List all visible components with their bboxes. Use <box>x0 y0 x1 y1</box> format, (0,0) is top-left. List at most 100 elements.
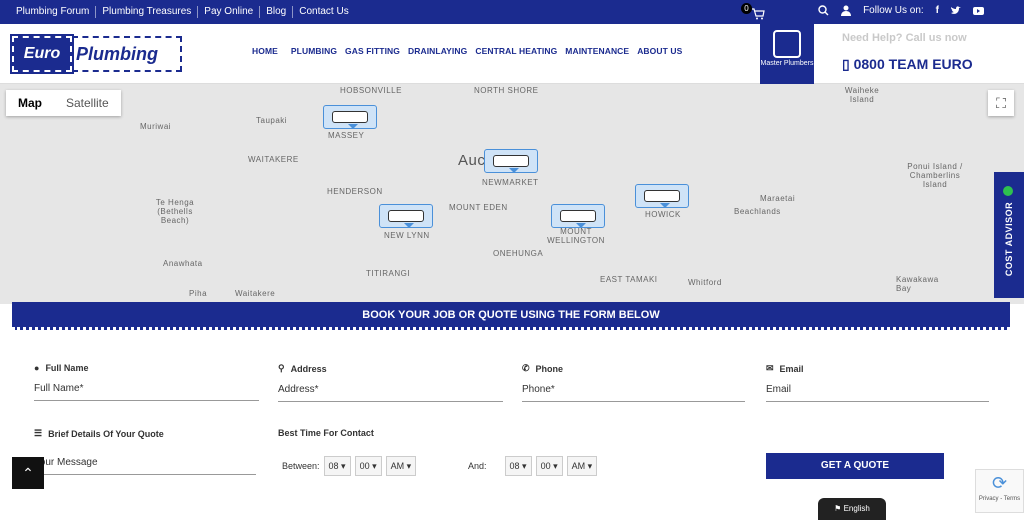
and-minute-value: 00 <box>540 461 551 471</box>
nav-gas-fitting[interactable]: GAS FITTING <box>345 46 400 56</box>
list-icon: ☰ <box>34 428 43 438</box>
address-label: ⚲ Address <box>278 363 503 374</box>
address-input[interactable]: Address* <box>278 384 503 402</box>
facebook-icon[interactable]: f <box>936 5 939 16</box>
van-icon <box>560 210 596 222</box>
cart-icon <box>752 8 765 20</box>
search-icon[interactable] <box>818 5 829 16</box>
euro-plumbing-logo[interactable]: Euro Plumbing <box>10 34 182 74</box>
phone-label-text: Phone <box>535 363 564 374</box>
phone-number[interactable]: ▯ 0800 TEAM EURO <box>842 56 973 73</box>
link-contact-us[interactable]: Contact Us <box>293 6 354 18</box>
top-bar: Plumbing Forum Plumbing Treasures Pay On… <box>0 0 1024 24</box>
chevron-up-icon: ⌃ <box>22 465 34 481</box>
youtube-icon[interactable] <box>973 6 984 15</box>
link-plumbing-treasures[interactable]: Plumbing Treasures <box>96 6 199 18</box>
main-nav: HOME PLUMBING GAS FITTING DRAINLAYING CE… <box>252 46 690 56</box>
twitter-icon[interactable] <box>951 6 961 15</box>
phone-field: ✆ Phone Phone* <box>522 363 745 402</box>
nav-central-heating[interactable]: CENTRAL HEATING <box>475 46 557 56</box>
map-place: WAITAKERE <box>248 155 299 164</box>
van-icon <box>644 190 680 202</box>
link-plumbing-forum[interactable]: Plumbing Forum <box>10 6 97 18</box>
best-time-label: Best Time For Contact <box>278 428 374 438</box>
phone-input[interactable]: Phone* <box>522 384 745 402</box>
and-hour-select[interactable]: 08 ▾ <box>504 456 532 476</box>
cost-advisor-tab[interactable]: COST ADVISOR <box>994 172 1024 298</box>
map-place: Beachlands <box>734 207 781 216</box>
phone-icon: ✆ <box>522 363 530 373</box>
map-place: TITIRANGI <box>366 269 411 278</box>
van-marker[interactable] <box>551 204 605 228</box>
map-place: Piha <box>189 289 208 298</box>
address-label-text: Address <box>290 363 327 374</box>
satellite-view-button[interactable]: Satellite <box>54 90 121 116</box>
cart-button[interactable]: 0 <box>741 3 765 21</box>
get-a-quote-button[interactable]: GET A QUOTE <box>766 453 944 479</box>
map-place: Whitford <box>688 278 722 287</box>
map-place: Te Henga (Bethells Beach) <box>155 198 195 225</box>
full-name-input[interactable]: Full Name* <box>34 383 259 401</box>
van-marker[interactable] <box>323 105 377 129</box>
scroll-to-top-button[interactable]: ⌃ <box>12 457 44 489</box>
follow-label: Follow Us on: <box>863 5 924 16</box>
between-ampm-select[interactable]: AM ▾ <box>385 456 417 476</box>
van-marker[interactable] <box>484 149 538 173</box>
help-text: Need Help? Call us now <box>842 32 967 44</box>
and-label: And: <box>468 461 487 471</box>
location-pin-icon: ⚲ <box>278 363 285 373</box>
recaptcha-icon: ⟳ <box>991 473 1008 493</box>
fullscreen-icon[interactable]: ⛶ <box>988 90 1014 116</box>
cost-advisor-label: COST ADVISOR <box>1004 201 1014 277</box>
logo-box: Euro <box>10 34 74 74</box>
booking-banner: BOOK YOUR JOB OR QUOTE USING THE FORM BE… <box>12 302 1010 330</box>
master-plumbers-badge: Master Plumbers <box>760 24 814 84</box>
map-view-button[interactable]: Map <box>6 90 54 116</box>
between-time: Between: 08 ▾ 00 ▾ AM ▾ <box>282 456 420 476</box>
mobile-icon: ▯ <box>842 56 850 72</box>
map-place: Kawakawa Bay <box>896 275 939 293</box>
language-selector[interactable]: ⚑ English <box>818 498 886 520</box>
map-place: MASSEY <box>328 131 365 140</box>
email-field: ✉ Email Email <box>766 363 989 402</box>
user-icon[interactable] <box>841 5 852 16</box>
between-minute-select[interactable]: 00 ▾ <box>354 456 382 476</box>
map-place: Waitakere <box>235 289 276 298</box>
message-textarea[interactable]: Your Message <box>34 457 256 475</box>
phone-number-text: 0800 TEAM EURO <box>853 56 973 72</box>
link-pay-online[interactable]: Pay Online <box>198 6 261 18</box>
service-area-map[interactable]: Map Satellite ⛶ HOBSONVILLE NORTH SHORE … <box>0 84 1024 304</box>
link-blog[interactable]: Blog <box>260 6 294 18</box>
email-input[interactable]: Email <box>766 384 989 402</box>
between-hour-select[interactable]: 08 ▾ <box>323 456 351 476</box>
details-field: ☰ Brief Details Of Your Quote Your Messag… <box>34 428 256 475</box>
email-label-text: Email <box>779 363 804 374</box>
nav-maintenance[interactable]: MAINTENANCE <box>565 46 629 56</box>
map-place: EAST TAMAKI <box>600 275 658 284</box>
map-place: MOUNT EDEN <box>449 203 508 212</box>
email-label: ✉ Email <box>766 363 989 374</box>
full-name-label-text: Full Name <box>45 363 89 373</box>
van-marker[interactable] <box>635 184 689 208</box>
map-place: Anawhata <box>163 259 203 268</box>
top-links: Plumbing Forum Plumbing Treasures Pay On… <box>10 6 355 18</box>
nav-drainlaying[interactable]: DRAINLAYING <box>408 46 467 56</box>
nav-about-us[interactable]: ABOUT US <box>637 46 682 56</box>
nav-home[interactable]: HOME <box>252 46 278 56</box>
master-plumbers-label: Master Plumbers <box>760 60 814 67</box>
and-minute-select[interactable]: 00 ▾ <box>535 456 563 476</box>
and-ampm-select[interactable]: AM ▾ <box>566 456 598 476</box>
map-type-toggle: Map Satellite <box>6 90 121 116</box>
nav-plumbing[interactable]: PLUMBING <box>291 46 337 56</box>
map-place: HOBSONVILLE <box>340 86 402 95</box>
user-icon: ● <box>34 363 40 373</box>
map-place: Waiheke Island <box>844 86 880 104</box>
map-place: Muriwai <box>140 122 172 131</box>
details-label-text: Brief Details Of Your Quote <box>48 428 164 439</box>
between-label: Between: <box>282 461 320 471</box>
van-icon <box>388 210 424 222</box>
map-place: Maraetai <box>760 194 796 203</box>
map-place: HENDERSON <box>327 187 383 196</box>
van-marker[interactable] <box>379 204 433 228</box>
recaptcha-badge[interactable]: ⟳ Privacy - Terms <box>975 469 1024 513</box>
